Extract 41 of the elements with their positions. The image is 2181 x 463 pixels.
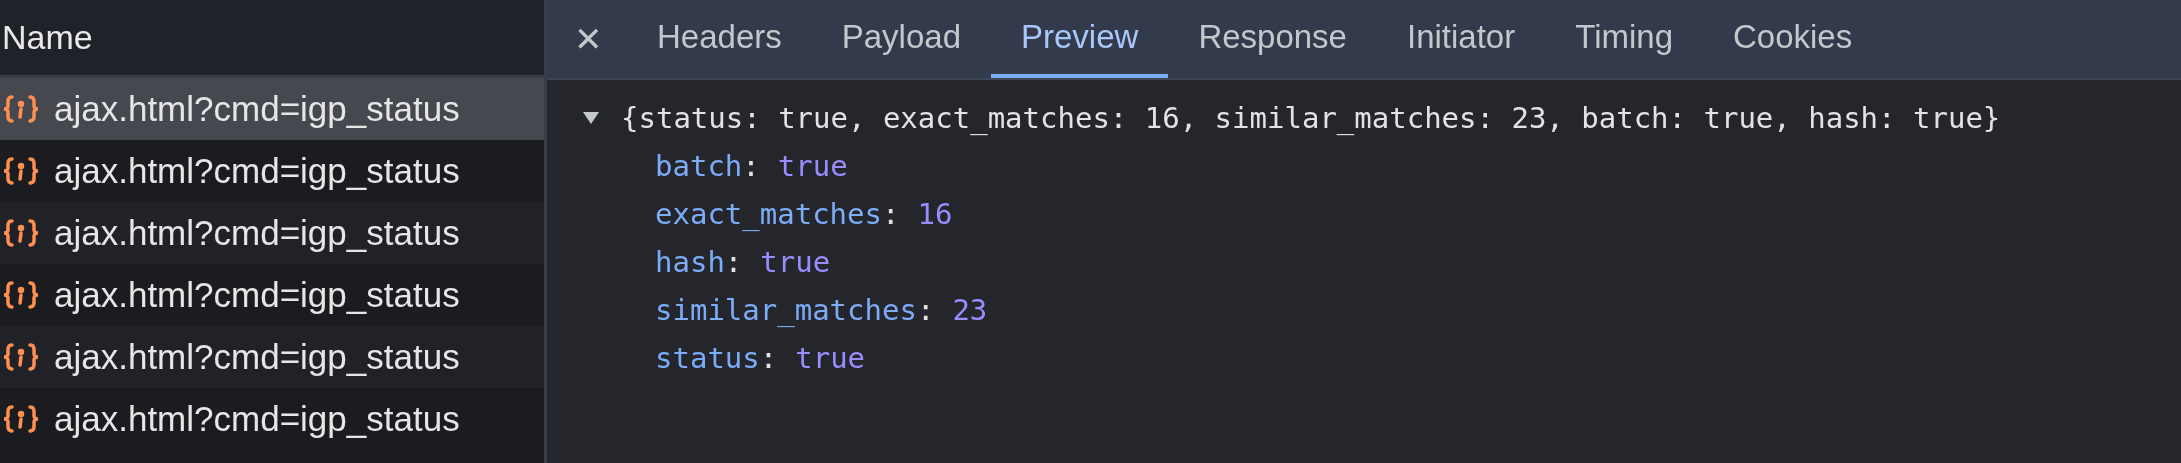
request-name: ajax.html?cmd=igp_status [54, 211, 460, 254]
colon: : [916, 292, 935, 329]
tab[interactable]: Headers [627, 0, 812, 78]
tab[interactable]: Preview [991, 0, 1169, 78]
tab[interactable]: Payload [811, 0, 991, 78]
colon: : [882, 196, 900, 233]
tab[interactable]: Response [1168, 0, 1377, 78]
column-header[interactable]: Name [0, 12, 93, 63]
colon: : [724, 244, 743, 281]
request-name: ajax.html?cmd=igp_status [54, 87, 460, 130]
close-button[interactable]: ✕ [549, 0, 627, 78]
tab[interactable]: Cookies [1703, 0, 1883, 78]
property-value: true [795, 340, 866, 377]
colon: : [759, 340, 778, 377]
property-key: status [655, 334, 760, 382]
script-icon [2, 342, 40, 372]
property-key: hash [655, 238, 725, 286]
script-icon [2, 404, 40, 434]
request-row[interactable]: ajax.html?cmd=igp_status [0, 326, 544, 388]
property-key: similar_matches [655, 286, 917, 334]
script-icon [2, 280, 40, 310]
request-row[interactable]: ajax.html?cmd=igp_status [0, 78, 544, 140]
request-name: ajax.html?cmd=igp_status [54, 397, 460, 440]
property-value: true [777, 148, 848, 185]
colon: : [742, 148, 760, 185]
property-value: true [760, 244, 831, 281]
tab[interactable]: Timing [1545, 0, 1703, 78]
property-value: 23 [952, 292, 988, 329]
property-key: batch [655, 142, 743, 190]
expand-triangle-icon[interactable] [583, 111, 599, 125]
script-icon [2, 218, 40, 248]
property-value: 16 [917, 196, 953, 233]
script-icon [2, 94, 40, 124]
script-icon [2, 156, 40, 186]
request-name: ajax.html?cmd=igp_status [54, 273, 460, 316]
request-name: ajax.html?cmd=igp_status [54, 149, 460, 192]
tab[interactable]: Initiator [1377, 0, 1546, 78]
request-name: ajax.html?cmd=igp_status [54, 335, 460, 378]
property-key: exact_matches [655, 190, 882, 238]
object-summary: {status: true, exact_matches: 16, similar_matches: 23, batch: true, hash: true} [621, 100, 2001, 137]
request-row[interactable]: ajax.html?cmd=igp_status [0, 202, 544, 264]
